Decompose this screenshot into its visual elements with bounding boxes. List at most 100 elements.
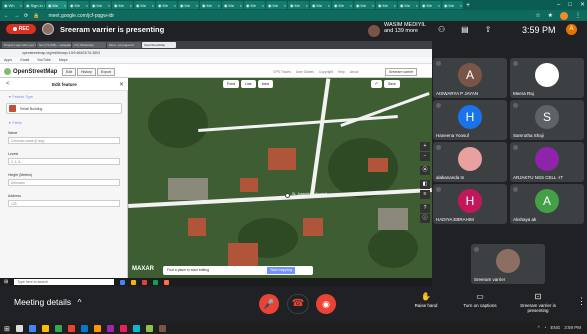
tab-close-icon[interactable]: ×: [174, 3, 177, 8]
browser-tab[interactable]: ◉ Me ×: [156, 1, 177, 9]
browser-tab[interactable]: ◉ Me ×: [310, 1, 331, 9]
participant-tile[interactable]: A AISWARYA P JAYAN: [433, 58, 507, 98]
close-window-button[interactable]: ✕: [580, 0, 585, 10]
taskbar-app-icon[interactable]: [132, 325, 140, 332]
star-icon[interactable]: ☆: [535, 12, 540, 20]
browser-tab[interactable]: ◉ Me ×: [398, 1, 419, 9]
reload-icon[interactable]: ⟳: [24, 13, 28, 19]
participant-tile[interactable]: H HADIYA EBRAHIM: [433, 184, 507, 224]
participant-tile[interactable]: A Akshaya ak: [510, 184, 584, 224]
tab-close-icon[interactable]: ×: [152, 3, 155, 8]
raise-hand-button[interactable]: ✋ Raise hand: [408, 292, 444, 308]
browser-tab[interactable]: ◉ Me ×: [46, 1, 67, 9]
participant-chip[interactable]: WASIM MEDIYIL and 139 more: [384, 22, 426, 34]
tab-close-icon[interactable]: ×: [438, 3, 441, 8]
tray-chevron-icon[interactable]: ^: [538, 325, 540, 330]
self-avatar[interactable]: A: [566, 24, 577, 35]
taskbar-app-icon[interactable]: [93, 325, 101, 332]
tray-language[interactable]: ENG: [550, 325, 560, 330]
tab-close-icon[interactable]: ×: [350, 3, 353, 8]
tab-close-icon[interactable]: ×: [372, 3, 375, 8]
tab-label: Sign in: [30, 2, 43, 8]
activities-icon[interactable]: ⇧: [485, 25, 492, 34]
forward-icon[interactable]: →: [14, 13, 19, 19]
browser-tab[interactable]: ◉ Me ×: [200, 1, 221, 9]
tab-favicon-icon: ◉: [114, 2, 118, 8]
maximize-button[interactable]: □: [568, 0, 572, 10]
taskbar-app-icon[interactable]: [145, 325, 153, 332]
captions-button[interactable]: ▭ Turn on captions: [455, 292, 505, 308]
browser-tab[interactable]: ◉ Me ×: [376, 1, 397, 9]
browser-tab[interactable]: ◉ Me ×: [68, 1, 89, 9]
participant-tile[interactable]: alakananda tn: [433, 142, 507, 182]
browser-tab[interactable]: ◉ Me ×: [90, 1, 111, 9]
tab-favicon-icon: ◉: [48, 2, 52, 8]
tab-label: Me: [338, 2, 345, 8]
taskbar-app-icon[interactable]: [67, 325, 75, 332]
extensions-icon[interactable]: ★: [548, 12, 553, 20]
browser-tab[interactable]: ◉ Me ×: [244, 1, 265, 9]
participant-tile[interactable]: ARJAKTU NSS CELL -IT: [510, 142, 584, 182]
taskbar-app-icon[interactable]: [54, 325, 62, 332]
browser-tab[interactable]: ◉ Me ×: [332, 1, 353, 9]
tab-close-icon[interactable]: ×: [284, 3, 287, 8]
browser-tab[interactable]: ◉ Me ×: [442, 1, 463, 9]
tab-close-icon[interactable]: ×: [218, 3, 221, 8]
more-options-icon[interactable]: ⋮: [577, 296, 586, 307]
browser-tab[interactable]: ◉ Me ×: [222, 1, 243, 9]
taskbar-app-icon[interactable]: [119, 325, 127, 332]
tab-close-icon[interactable]: ×: [328, 3, 331, 8]
tab-close-icon[interactable]: ×: [416, 3, 419, 8]
new-tab-button[interactable]: +: [466, 2, 470, 9]
browser-menu-icon[interactable]: ⋮: [575, 12, 581, 20]
tab-close-icon[interactable]: ×: [108, 3, 111, 8]
browser-tab[interactable]: ◉ Me ×: [420, 1, 441, 9]
minimize-button[interactable]: –: [557, 0, 560, 10]
browser-tab[interactable]: ◉ Sign in ×: [24, 1, 45, 9]
back-icon[interactable]: ←: [4, 13, 9, 19]
profile-avatar[interactable]: [560, 11, 568, 20]
participant-tile[interactable]: S Samrutha Shaji: [510, 100, 584, 140]
tab-close-icon[interactable]: ×: [240, 3, 243, 8]
start-icon[interactable]: ⊞: [4, 325, 10, 333]
tab-close-icon[interactable]: ×: [86, 3, 89, 8]
taskbar-search-icon[interactable]: [15, 325, 23, 332]
taskbar-app-icon[interactable]: [80, 325, 88, 332]
tab-close-icon[interactable]: ×: [20, 3, 23, 8]
mic-off-button[interactable]: 🎤: [259, 294, 279, 314]
browser-tab[interactable]: ◉ Me ×: [178, 1, 199, 9]
hang-up-button[interactable]: ☎: [287, 294, 309, 314]
tab-close-icon[interactable]: ×: [394, 3, 397, 8]
browser-tab[interactable]: ◉ Me ×: [134, 1, 155, 9]
meeting-details-button[interactable]: Meeting details ^: [14, 297, 82, 307]
people-icon[interactable]: ⚇: [438, 25, 445, 34]
help-icon: ?: [420, 204, 430, 213]
camera-off-button[interactable]: ◉: [316, 294, 336, 314]
tab-close-icon[interactable]: ×: [44, 3, 45, 8]
browser-tab[interactable]: ◉ Me ×: [112, 1, 133, 9]
presenting-button[interactable]: ⊡ Sreeram varrier is presenting: [512, 292, 564, 313]
tab-close-icon[interactable]: ×: [306, 3, 309, 8]
taskbar-app-icon[interactable]: [28, 325, 36, 332]
participant-tile[interactable]: Meera Raj: [510, 58, 584, 98]
tab-close-icon[interactable]: ×: [460, 3, 463, 8]
participant-tile[interactable]: H Haneena Yoosuf: [433, 100, 507, 140]
browser-tab[interactable]: ◉ Me ×: [288, 1, 309, 9]
participant-tile[interactable]: Sreeram varrier: [471, 244, 545, 284]
tab-close-icon[interactable]: ×: [262, 3, 265, 8]
url-field[interactable]: meet.google.com/jcf-pqgw-idr: [48, 13, 114, 19]
taskbar-app-icon[interactable]: [41, 325, 49, 332]
tray-clock[interactable]: 3:59 PM: [564, 325, 581, 330]
taskbar-app-icon[interactable]: [158, 325, 166, 332]
browser-tab[interactable]: ◉ Me ×: [354, 1, 375, 9]
chat-icon[interactable]: ▤: [461, 25, 469, 34]
tab-close-icon[interactable]: ×: [130, 3, 133, 8]
tab-close-icon[interactable]: ×: [196, 3, 199, 8]
tab-close-icon[interactable]: ×: [64, 3, 67, 8]
osm-logo-icon: [4, 68, 11, 75]
browser-tab[interactable]: ◉ Wh ×: [2, 1, 23, 9]
browser-tab[interactable]: ◉ Me ×: [266, 1, 287, 9]
tray-network-icon[interactable]: ◔: [544, 325, 547, 330]
mic-off-icon: 🎤: [263, 299, 275, 309]
taskbar-app-icon[interactable]: [106, 325, 114, 332]
